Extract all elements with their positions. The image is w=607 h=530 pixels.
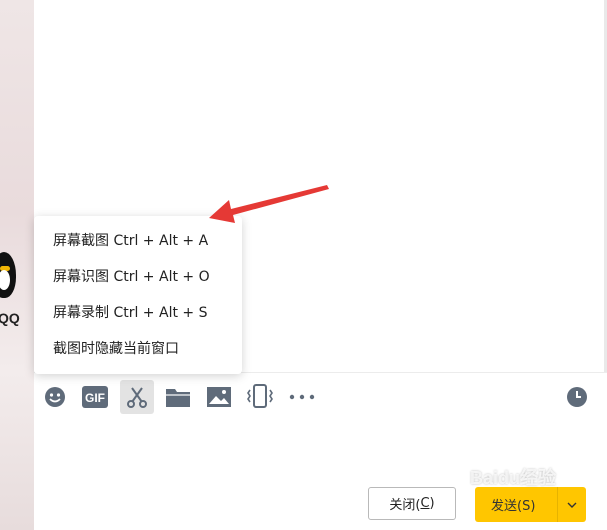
scissors-icon[interactable] xyxy=(120,380,154,414)
annotation-arrow-icon xyxy=(209,185,329,223)
image-icon[interactable] xyxy=(202,380,236,414)
shake-icon[interactable] xyxy=(243,380,277,414)
send-button-label: 发送(S) xyxy=(491,499,536,514)
menu-item-image-recognition[interactable]: 屏幕识图 Ctrl + Alt + O xyxy=(34,259,242,295)
menu-item-screen-recording[interactable]: 屏幕录制 Ctrl + Alt + S xyxy=(34,295,242,331)
desktop-icon-label: QQ xyxy=(0,310,20,326)
send-button[interactable]: 发送(S) xyxy=(475,487,586,522)
close-button[interactable]: 关闭(C) xyxy=(368,487,456,520)
gif-icon-text: GIF xyxy=(85,391,105,405)
qq-penguin-icon[interactable] xyxy=(0,252,16,298)
gif-icon[interactable]: GIF xyxy=(78,380,112,414)
more-icon[interactable] xyxy=(285,380,319,414)
close-button-label-suffix: ) xyxy=(429,496,435,511)
input-toolbar: GIF xyxy=(34,378,607,416)
desktop-background: QQ xyxy=(0,0,34,530)
screenshot-menu: 屏幕截图 Ctrl + Alt + A 屏幕识图 Ctrl + Alt + O … xyxy=(34,216,242,374)
close-button-label-prefix: 关闭( xyxy=(389,498,421,513)
folder-icon[interactable] xyxy=(161,380,195,414)
watermark: Baidu经验 xyxy=(470,468,557,488)
history-clock-icon[interactable] xyxy=(560,380,594,414)
menu-item-hide-window[interactable]: 截图时隐藏当前窗口 xyxy=(34,331,242,367)
close-button-shortcut: C xyxy=(420,496,430,511)
emoji-icon[interactable] xyxy=(38,380,72,414)
chevron-down-icon[interactable] xyxy=(557,487,586,522)
